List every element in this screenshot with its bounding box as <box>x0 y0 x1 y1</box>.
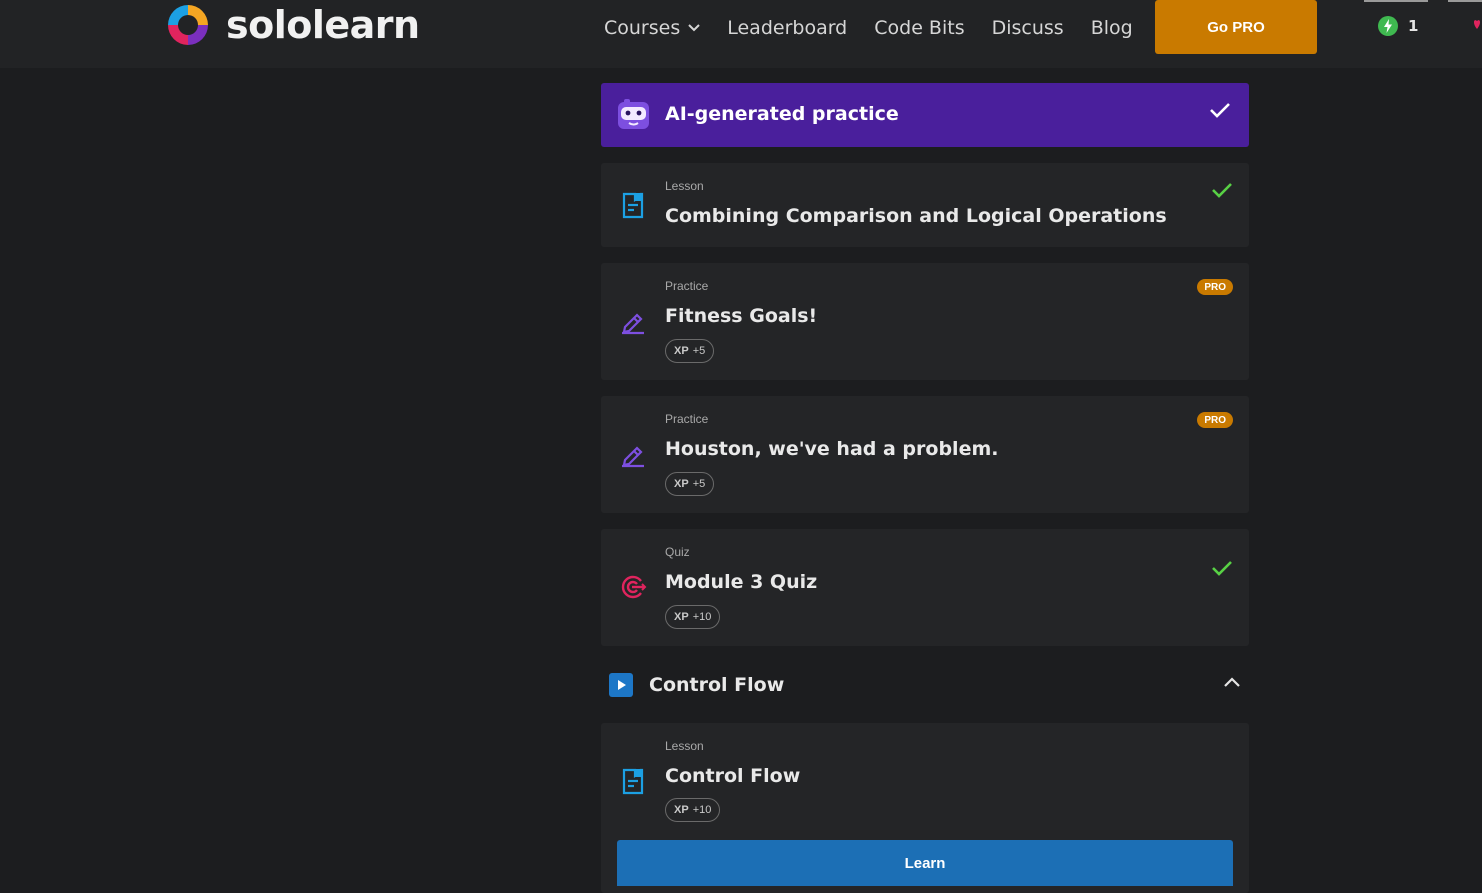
item-title: Combining Comparison and Logical Operati… <box>665 205 1167 227</box>
main-nav: Courses Leaderboard Code Bits Discuss Bl… <box>604 14 1160 42</box>
xp-label: XP <box>674 345 689 357</box>
lightning-icon <box>1378 16 1398 36</box>
go-pro-button[interactable]: Go PRO <box>1155 0 1317 54</box>
logo[interactable]: sololearn <box>164 0 420 50</box>
nav-courses[interactable]: Courses <box>604 17 700 39</box>
play-icon <box>609 673 633 697</box>
xp-label: XP <box>674 804 689 816</box>
heart-icon[interactable] <box>1474 18 1482 32</box>
item-type: Lesson <box>665 179 704 193</box>
item-title: Control Flow <box>665 765 801 787</box>
item-type: Practice <box>665 279 709 293</box>
chevron-down-icon <box>688 24 700 32</box>
xp-value: +5 <box>692 478 706 490</box>
xp-badge: XP +10 <box>665 798 721 822</box>
divider <box>1364 0 1428 2</box>
section-title: Control Flow <box>649 674 785 696</box>
ai-practice-banner[interactable]: AI-generated practice <box>601 83 1249 147</box>
xp-label: XP <box>674 611 689 623</box>
pencil-icon <box>622 446 644 468</box>
xp-value: +10 <box>692 611 712 623</box>
pencil-icon <box>622 313 644 335</box>
lesson-document-icon <box>622 768 644 795</box>
item-title: Module 3 Quiz <box>665 571 818 593</box>
logo-text: sololearn <box>226 3 420 47</box>
ai-bot-icon <box>618 99 649 129</box>
streak-count: 1 <box>1408 17 1419 35</box>
item-type: Quiz <box>665 545 690 559</box>
sololearn-logo-icon <box>168 5 208 45</box>
item-title: Houston, we've had a problem. <box>665 438 999 460</box>
quiz-card[interactable]: Quiz Module 3 Quiz XP +10 <box>601 529 1249 646</box>
practice-card[interactable]: Practice Fitness Goals! XP +5 PRO <box>601 263 1249 380</box>
nav-leaderboard[interactable]: Leaderboard <box>727 17 847 39</box>
completed-check-icon <box>1212 183 1232 198</box>
module-section-header[interactable]: Control Flow <box>601 664 1249 706</box>
xp-badge: XP +10 <box>665 605 721 629</box>
ai-banner-title: AI-generated practice <box>665 103 899 125</box>
item-type: Lesson <box>665 739 704 753</box>
completed-check-icon <box>1212 561 1232 576</box>
lesson-document-icon <box>622 192 644 219</box>
streak-indicator[interactable]: 1 <box>1378 16 1418 36</box>
xp-badge: XP +5 <box>665 339 715 363</box>
xp-value: +5 <box>692 345 706 357</box>
nav-blog[interactable]: Blog <box>1091 17 1133 39</box>
nav-courses-label: Courses <box>604 17 681 39</box>
pro-badge: PRO <box>1197 412 1233 428</box>
lesson-card[interactable]: Lesson Combining Comparison and Logical … <box>601 163 1249 247</box>
xp-badge: XP +5 <box>665 472 715 496</box>
check-icon <box>1210 103 1230 118</box>
chevron-up-icon[interactable] <box>1223 676 1241 688</box>
divider <box>1448 0 1482 2</box>
item-type: Practice <box>665 412 709 426</box>
practice-card[interactable]: Practice Houston, we've had a problem. X… <box>601 396 1249 513</box>
item-title: Fitness Goals! <box>665 305 818 327</box>
top-navbar: sololearn Courses Leaderboard Code Bits … <box>0 0 1482 68</box>
nav-discuss[interactable]: Discuss <box>992 17 1064 39</box>
target-icon <box>621 575 647 599</box>
learn-button[interactable]: Learn <box>617 840 1233 886</box>
nav-code-bits[interactable]: Code Bits <box>874 17 964 39</box>
pro-badge: PRO <box>1197 279 1233 295</box>
xp-value: +10 <box>692 804 712 816</box>
xp-label: XP <box>674 478 689 490</box>
